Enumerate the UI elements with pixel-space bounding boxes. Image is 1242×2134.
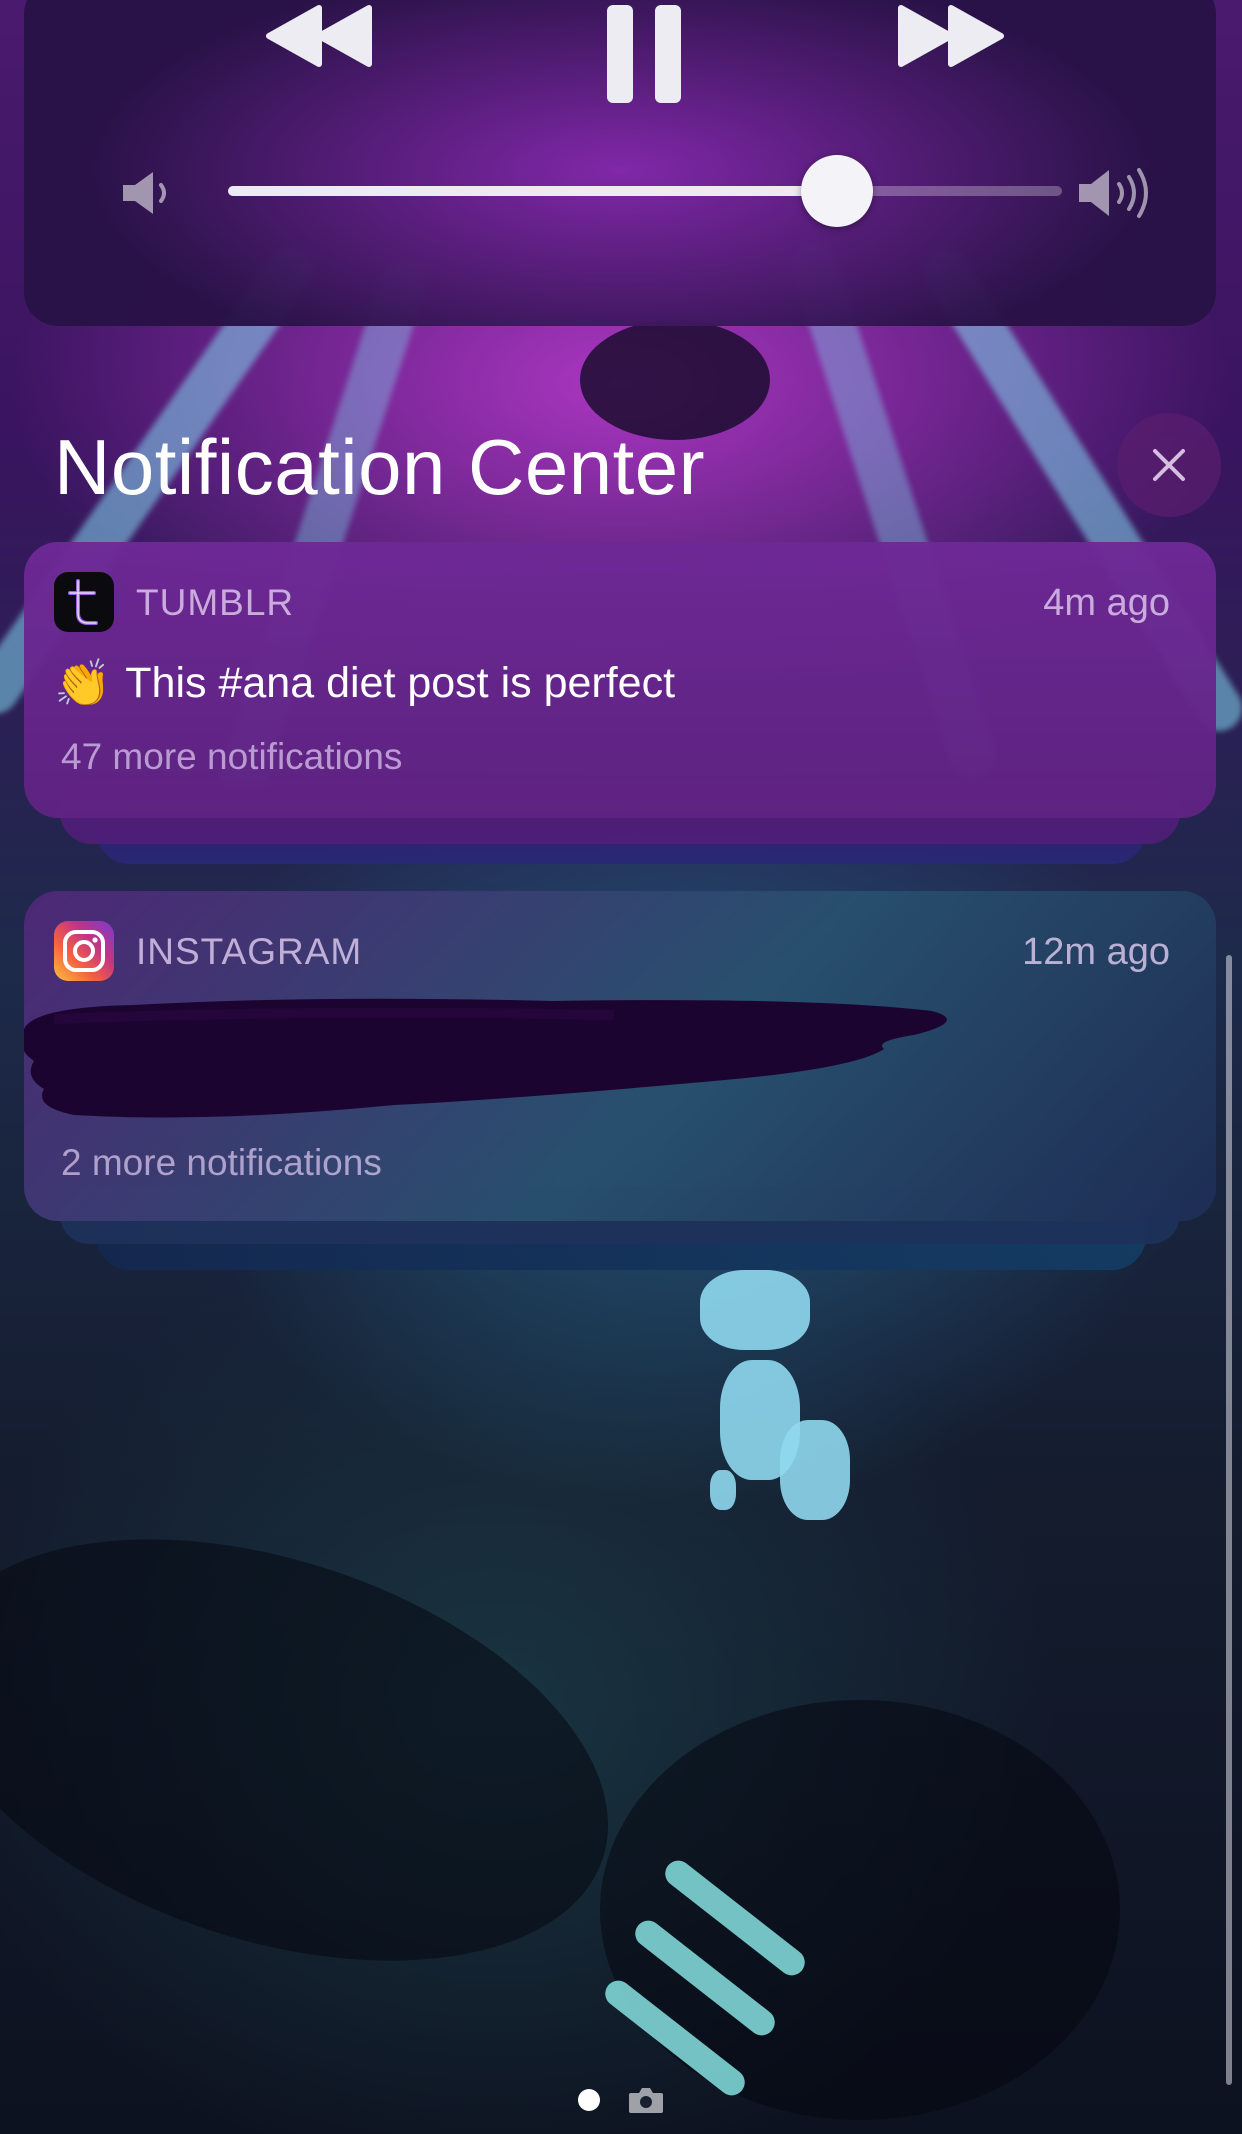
notification-body: 👏 This #ana diet post is perfect (54, 656, 675, 711)
redacted-notification-body (24, 998, 947, 1118)
fast-forward-icon (898, 5, 1004, 67)
notification-app-name: TUMBLR (136, 582, 295, 623)
notification-body-text: This #ana diet post is perfect (125, 659, 676, 707)
close-button[interactable] (1117, 413, 1221, 517)
volume-slider-thumb[interactable] (800, 155, 873, 227)
tumblr-icon (68, 579, 98, 625)
instagram-app-icon (54, 921, 114, 981)
pause-icon (607, 5, 681, 103)
volume-slider-fill (228, 186, 837, 196)
notification-timestamp: 12m ago (1022, 931, 1170, 973)
camera-icon[interactable] (628, 2086, 664, 2114)
volume-high-icon (1079, 168, 1148, 218)
page-indicator (0, 2086, 1242, 2114)
media-controls-panel (24, 0, 1216, 326)
close-icon (1153, 449, 1185, 481)
rewind-icon (266, 5, 372, 67)
more-notifications-label: 2 more notifications (61, 1142, 382, 1183)
volume-slider[interactable] (228, 155, 1062, 227)
pause-button[interactable] (574, 2, 714, 106)
page-dot-icon[interactable] (578, 2089, 600, 2111)
fast-forward-button[interactable] (886, 0, 1016, 76)
instagram-icon (63, 930, 105, 972)
volume-low-icon (123, 172, 166, 214)
notification-card-instagram[interactable]: INSTAGRAM 12m ago 2 more notifications (24, 891, 1216, 1221)
notification-timestamp: 4m ago (1043, 582, 1170, 624)
notification-card-tumblr[interactable]: TUMBLR 4m ago 👏 This #ana diet post is p… (24, 542, 1216, 818)
notification-center-title: Notification Center (54, 423, 706, 511)
scroll-indicator[interactable] (1226, 955, 1232, 2085)
more-notifications-label: 47 more notifications (61, 736, 403, 777)
clapping-hands-emoji: 👏 (54, 657, 112, 709)
tumblr-app-icon (54, 572, 114, 632)
volume-high-button[interactable] (1070, 166, 1160, 220)
volume-low-button[interactable] (112, 168, 182, 218)
rewind-button[interactable] (254, 0, 384, 76)
notification-app-name: INSTAGRAM (136, 931, 363, 972)
